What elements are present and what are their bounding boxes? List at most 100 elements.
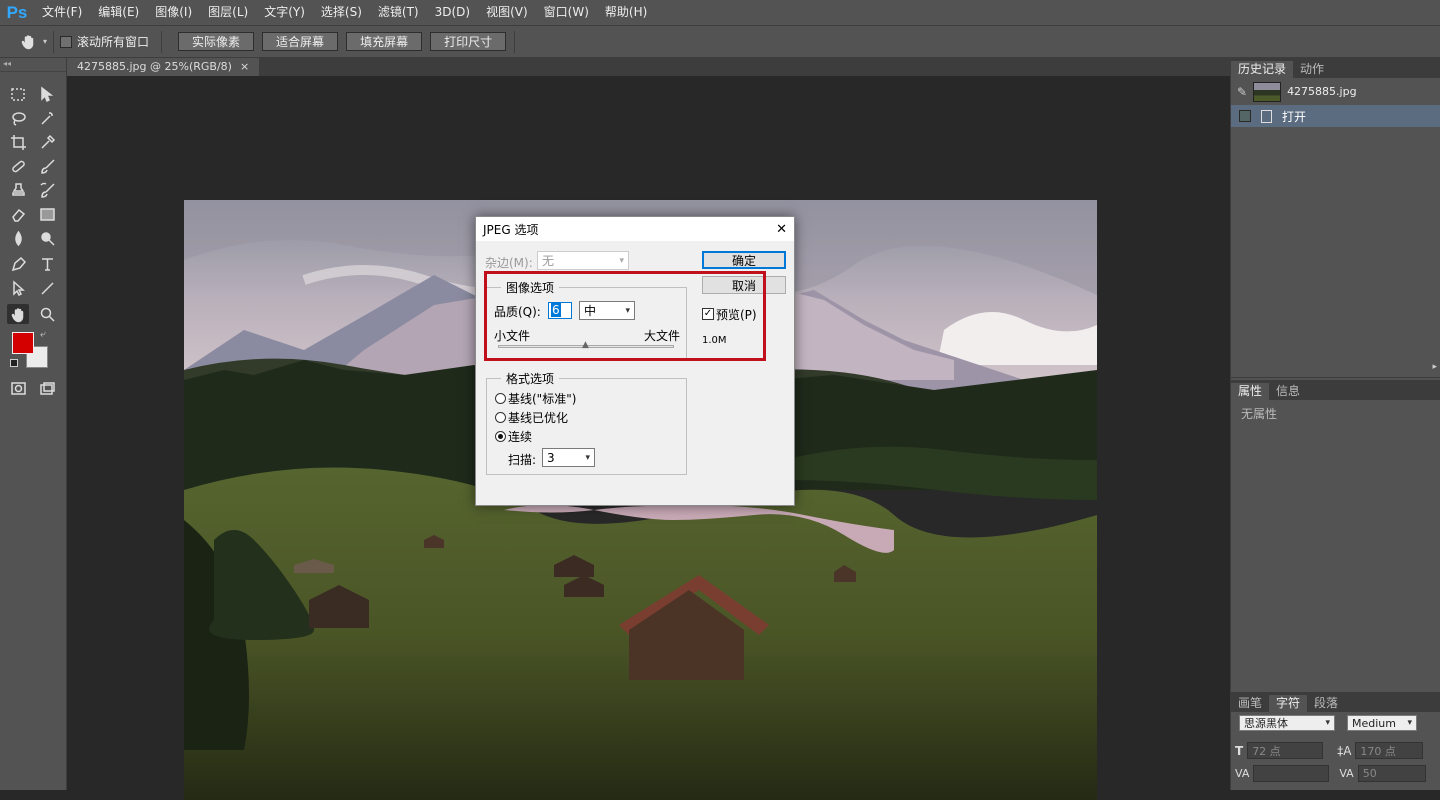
leading-input[interactable]: 170 点 xyxy=(1355,742,1424,759)
zoom-tool-icon[interactable] xyxy=(36,304,58,324)
history-brush-tool-icon[interactable] xyxy=(36,180,58,200)
menu-filter[interactable]: 滤镜(T) xyxy=(370,0,427,25)
menu-3d[interactable]: 3D(D) xyxy=(427,0,478,25)
kerning-input[interactable] xyxy=(1253,765,1330,782)
menu-view[interactable]: 视图(V) xyxy=(478,0,536,25)
screen-mode-icon[interactable] xyxy=(36,378,58,398)
pen-tool-icon[interactable] xyxy=(7,254,29,274)
history-snapshot-row[interactable]: ✎ 4275885.jpg xyxy=(1231,78,1440,105)
snapshot-thumbnail xyxy=(1253,81,1282,102)
actual-pixels-button[interactable]: 实际像素 xyxy=(178,32,255,51)
document-icon xyxy=(1261,109,1272,123)
gradient-tool-icon[interactable] xyxy=(36,204,58,224)
fit-screen-button[interactable]: 适合屏幕 xyxy=(262,32,339,51)
menu-layer[interactable]: 图层(L) xyxy=(200,0,256,25)
ok-button[interactable]: 确定 xyxy=(702,251,786,269)
leading-icon: ‡A xyxy=(1337,743,1352,758)
move-tool-icon[interactable] xyxy=(36,84,58,104)
format-option-progressive[interactable]: 连续 xyxy=(495,428,532,445)
tab-paragraph[interactable]: 段落 xyxy=(1307,695,1345,712)
menu-file[interactable]: 文件(F) xyxy=(34,0,90,25)
menu-edit[interactable]: 编辑(E) xyxy=(90,0,147,25)
matte-select[interactable]: 无 ▾ xyxy=(537,251,629,270)
font-family-select[interactable]: 思源黑体 ▾ xyxy=(1239,715,1335,731)
blur-tool-icon[interactable] xyxy=(7,228,29,248)
history-brush-source-icon[interactable]: ✎ xyxy=(1237,85,1247,99)
menu-image[interactable]: 图像(I) xyxy=(147,0,200,25)
magic-wand-tool-icon[interactable] xyxy=(36,108,58,128)
format-option-optimized[interactable]: 基线已优化 xyxy=(495,409,568,426)
menu-type[interactable]: 文字(Y) xyxy=(256,0,313,25)
document-tab[interactable]: 4275885.jpg @ 25%(RGB/8) × xyxy=(67,58,260,76)
no-properties-text: 无属性 xyxy=(1241,407,1278,421)
fill-screen-button[interactable]: 填充屏幕 xyxy=(346,32,423,51)
snapshot-name: 4275885.jpg xyxy=(1287,85,1357,98)
properties-panel-tabs: 属性 信息 xyxy=(1231,380,1440,400)
tab-brush[interactable]: 画笔 xyxy=(1231,695,1269,712)
scroll-all-windows-label: 滚动所有窗口 xyxy=(77,35,150,49)
path-selection-tool-icon[interactable] xyxy=(7,278,29,298)
tab-character[interactable]: 字符 xyxy=(1269,695,1308,712)
tab-history[interactable]: 历史记录 xyxy=(1231,61,1294,78)
kerning-icon: VA xyxy=(1235,767,1250,780)
clone-stamp-tool-icon[interactable] xyxy=(7,180,29,200)
optimized-radio[interactable] xyxy=(495,412,506,423)
dialog-title-bar: JPEG 选项 ✕ xyxy=(476,217,794,241)
dialog-title: JPEG 选项 xyxy=(483,222,539,237)
progressive-radio[interactable] xyxy=(495,431,506,442)
matte-label: 杂边(M): xyxy=(485,256,533,270)
history-panel-tabs: 历史记录 动作 xyxy=(1231,58,1440,78)
history-panel-resize[interactable]: ▸ xyxy=(1231,362,1440,378)
history-item-checkbox[interactable] xyxy=(1239,110,1251,122)
tools-panel: ◂◂ ⤶ xyxy=(0,58,67,790)
size-row: T 72 点 ‡A 170 点 xyxy=(1235,742,1424,759)
font-size-icon: T xyxy=(1235,743,1244,758)
default-colors-icon[interactable] xyxy=(10,359,18,367)
font-style-select[interactable]: Medium ▾ xyxy=(1347,715,1417,731)
marquee-tool-icon[interactable] xyxy=(7,84,29,104)
tab-actions[interactable]: 动作 xyxy=(1293,61,1331,78)
menu-window[interactable]: 窗口(W) xyxy=(536,0,597,25)
photoshop-logo: Ps xyxy=(6,2,28,22)
format-option-baseline[interactable]: 基线("标准") xyxy=(495,390,576,407)
swap-colors-icon[interactable]: ⤶ xyxy=(40,329,46,340)
foreground-color-swatch[interactable] xyxy=(12,332,34,354)
healing-brush-tool-icon[interactable] xyxy=(7,156,29,176)
character-panel-tabs: 画笔 字符 段落 xyxy=(1231,692,1440,712)
scans-select[interactable]: 3 ▾ xyxy=(542,448,595,467)
menu-help[interactable]: 帮助(H) xyxy=(597,0,655,25)
dodge-tool-icon[interactable] xyxy=(36,228,58,248)
menu-select[interactable]: 选择(S) xyxy=(313,0,370,25)
tab-properties[interactable]: 属性 xyxy=(1231,383,1270,400)
format-options-legend: 格式选项 xyxy=(506,372,555,386)
quick-mask-icon[interactable] xyxy=(7,378,29,398)
menu-bar: Ps 文件(F) 编辑(E) 图像(I) 图层(L) 文字(Y) 选择(S) 滤… xyxy=(0,0,1440,25)
tracking-input[interactable]: 50 xyxy=(1357,765,1426,782)
history-item[interactable]: 打开 xyxy=(1231,105,1440,127)
hand-tool-preset-icon[interactable]: ▾ xyxy=(20,33,47,51)
scroll-all-windows-checkbox[interactable] xyxy=(60,35,73,48)
history-item-label: 打开 xyxy=(1282,109,1307,124)
eraser-tool-icon[interactable] xyxy=(7,204,29,224)
tracking-icon: VA xyxy=(1339,767,1354,780)
right-panel-dock: 历史记录 动作 ✎ 4275885.jpg 打开 ▸ 属性 信息 无属性 画笔 … xyxy=(1230,58,1440,790)
brush-tool-icon[interactable] xyxy=(36,156,58,176)
font-row: 思源黑体 ▾ Medium ▾ xyxy=(1239,715,1417,731)
document-tab-bar: 4275885.jpg @ 25%(RGB/8) × xyxy=(67,58,1230,76)
close-tab-icon[interactable]: × xyxy=(240,58,249,76)
line-tool-icon[interactable] xyxy=(36,278,58,298)
jpeg-options-dialog: JPEG 选项 ✕ 杂边(M): 无 ▾ 确定 取消 图像选项 品质(Q): 6 … xyxy=(475,216,795,506)
panel-collapse-icon[interactable]: ◂◂ xyxy=(0,58,66,72)
scans-label: 扫描: xyxy=(508,453,537,467)
baseline-radio[interactable] xyxy=(495,393,506,404)
lasso-tool-icon[interactable] xyxy=(7,108,29,128)
font-size-input[interactable]: 72 点 xyxy=(1247,742,1324,759)
print-size-button[interactable]: 打印尺寸 xyxy=(430,32,507,51)
hand-tool-icon[interactable] xyxy=(7,304,29,324)
crop-tool-icon[interactable] xyxy=(7,132,29,152)
options-bar: ▾ 滚动所有窗口 实际像素 适合屏幕 填充屏幕 打印尺寸 xyxy=(0,25,1440,58)
tab-info[interactable]: 信息 xyxy=(1269,383,1307,400)
type-tool-icon[interactable] xyxy=(36,254,58,274)
dialog-close-icon[interactable]: ✕ xyxy=(776,222,787,237)
eyedropper-tool-icon[interactable] xyxy=(36,132,58,152)
